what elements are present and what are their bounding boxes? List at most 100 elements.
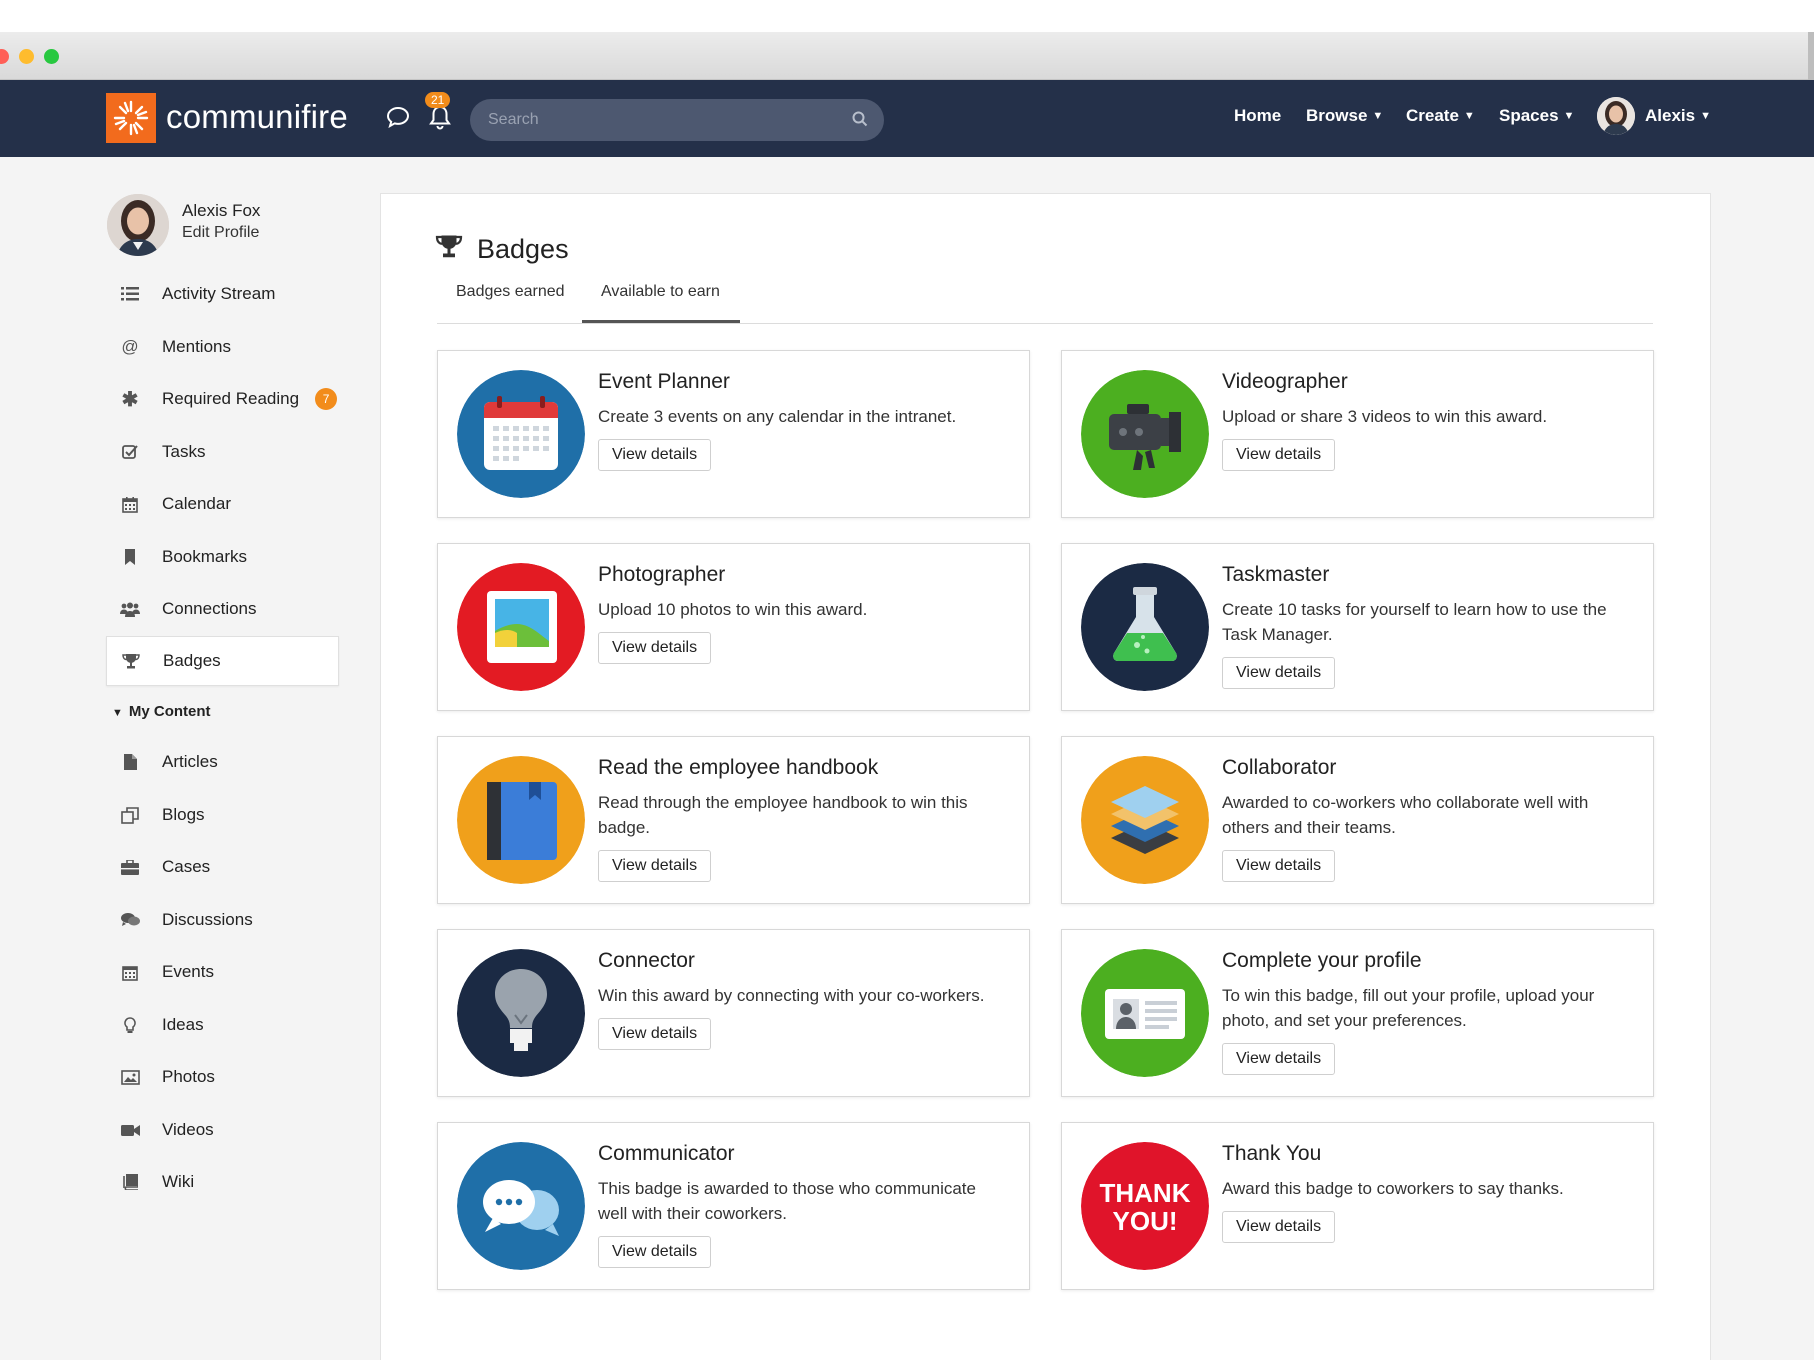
badge-description: Create 10 tasks for yourself to learn ho… [1222,600,1607,644]
sidebar-item-connections[interactable]: Connections [106,584,339,634]
nav-home-label: Home [1234,106,1282,125]
nav-spaces-label: Spaces [1499,106,1559,125]
sidebar-item-discussions[interactable]: Discussions [106,895,339,945]
tab-available-to-earn[interactable]: Available to earn [601,283,720,301]
view-details-button[interactable]: View details [1222,1043,1336,1075]
nav-browse[interactable]: Browse ▼ [1306,106,1383,126]
nav-create[interactable]: Create ▼ [1406,106,1475,126]
view-details-button[interactable]: View details [1222,439,1336,471]
communifire-logo-icon[interactable] [106,93,156,143]
view-details-button[interactable]: View details [598,632,712,664]
search-input[interactable] [488,99,828,141]
search-icon[interactable] [852,111,868,132]
badge-description: This badge is awarded to those who commu… [598,1179,976,1223]
badge-description: Awarded to co-workers who collaborate we… [1222,793,1589,837]
view-details-button[interactable]: View details [1222,1211,1336,1243]
caret-down-icon: ▼ [112,707,123,719]
sidebar-item-ideas[interactable]: Ideas [106,1000,339,1050]
badge-card-connector: Connector Win this award by connecting w… [437,929,1030,1097]
sidebar-item-label: Events [162,962,214,981]
calendar-badge-icon [457,370,585,498]
sidebar-item-mentions[interactable]: @ Mentions [106,322,339,372]
caret-down-icon: ▼ [1372,110,1384,122]
view-details-button[interactable]: View details [598,850,712,882]
nav-home[interactable]: Home [1234,106,1281,126]
sidebar-item-badges[interactable]: Badges [106,636,339,686]
lightbulb-icon [120,1016,140,1034]
view-details-button[interactable]: View details [598,1236,712,1268]
lightbulb-badge-icon [457,949,585,1077]
sidebar-item-videos[interactable]: Videos [106,1105,339,1155]
view-details-button[interactable]: View details [598,439,712,471]
at-icon: @ [121,337,139,356]
sidebar-item-label: Bookmarks [162,547,248,566]
badge-title: Thank You [1222,1142,1322,1165]
view-details-button[interactable]: View details [1222,657,1336,689]
handbook-badge-icon [457,756,585,884]
badge-description: Win this award by connecting with your c… [598,986,985,1005]
trophy-icon [121,653,141,669]
sidebar-item-required-reading[interactable]: ✱ Required Reading 7 [106,374,339,424]
badge-title: Event Planner [598,370,730,393]
caret-down-icon: ▼ [1463,110,1475,122]
user-avatar[interactable] [1597,97,1635,135]
caret-down-icon: ▼ [1700,110,1711,122]
badge-description: Award this badge to coworkers to say tha… [1222,1179,1564,1198]
profile-avatar[interactable] [107,194,169,256]
video-icon [120,1124,140,1137]
sidebar-item-label: Discussions [162,910,253,929]
image-icon [120,1069,140,1085]
brand-name[interactable]: communifire [166,98,348,136]
view-details-button[interactable]: View details [1222,850,1336,882]
sidebar-item-label: Required Reading [162,389,300,408]
sidebar-item-label: Tasks [162,442,206,461]
close-window-button[interactable] [0,49,9,64]
nav-user-menu[interactable]: Alexis ▼ [1645,106,1711,126]
sidebar-item-wiki[interactable]: Wiki [106,1157,339,1207]
comments-icon [120,912,140,928]
profile-name[interactable]: Alexis Fox [182,201,260,221]
blogs-icon [120,806,140,824]
layers-badge-icon [1081,756,1209,884]
nav-spaces[interactable]: Spaces ▼ [1499,106,1574,126]
badge-card-taskmaster: Taskmaster Create 10 tasks for yourself … [1061,543,1654,711]
photo-badge-icon [457,563,585,691]
sidebar-item-cases[interactable]: Cases [106,842,339,892]
badge-title: Collaborator [1222,756,1337,779]
sidebar-item-blogs[interactable]: Blogs [106,790,339,840]
badge-description: Create 3 events on any calendar in the i… [598,407,957,426]
my-content-section-toggle[interactable]: ▼ My Content [112,703,211,720]
badge-card-thank-you: THANK YOU! Thank You Award this badge to… [1061,1122,1654,1290]
calendar-icon [120,496,140,513]
bell-icon[interactable] [428,104,452,135]
sidebar-item-activity-stream[interactable]: Activity Stream [106,269,339,319]
sidebar-item-photos[interactable]: Photos [106,1052,339,1102]
minimize-window-button[interactable] [19,49,34,64]
thank-you-badge-line1: THANK [1100,1178,1191,1208]
badge-title: Photographer [598,563,726,586]
sidebar-item-label: Articles [162,752,218,771]
maximize-window-button[interactable] [44,49,59,64]
asterisk-icon: ✱ [121,388,139,411]
required-reading-count-badge: 7 [315,388,338,410]
calendar-icon [120,964,140,981]
badge-card-employee-handbook: Read the employee handbook Read through … [437,736,1030,904]
edit-profile-link[interactable]: Edit Profile [182,224,259,242]
sidebar-item-calendar[interactable]: Calendar [106,479,339,529]
sidebar-item-bookmarks[interactable]: Bookmarks [106,532,339,582]
badge-title: Connector [598,949,695,972]
sidebar-item-label: Mentions [162,337,231,356]
flask-badge-icon [1081,563,1209,691]
caret-down-icon: ▼ [1563,110,1575,122]
checkbox-icon [120,444,140,460]
video-camera-badge-icon [1081,370,1209,498]
sidebar-item-events[interactable]: Events [106,947,339,997]
sidebar-item-articles[interactable]: Articles [106,737,339,787]
sidebar-item-tasks[interactable]: Tasks [106,427,339,477]
notification-count-badge: 21 [425,92,451,108]
page-title: Badges [435,234,569,265]
tab-badges-earned[interactable]: Badges earned [456,283,565,301]
badge-card-collaborator: Collaborator Awarded to co-workers who c… [1061,736,1654,904]
chat-icon[interactable] [386,106,410,133]
view-details-button[interactable]: View details [598,1018,712,1050]
